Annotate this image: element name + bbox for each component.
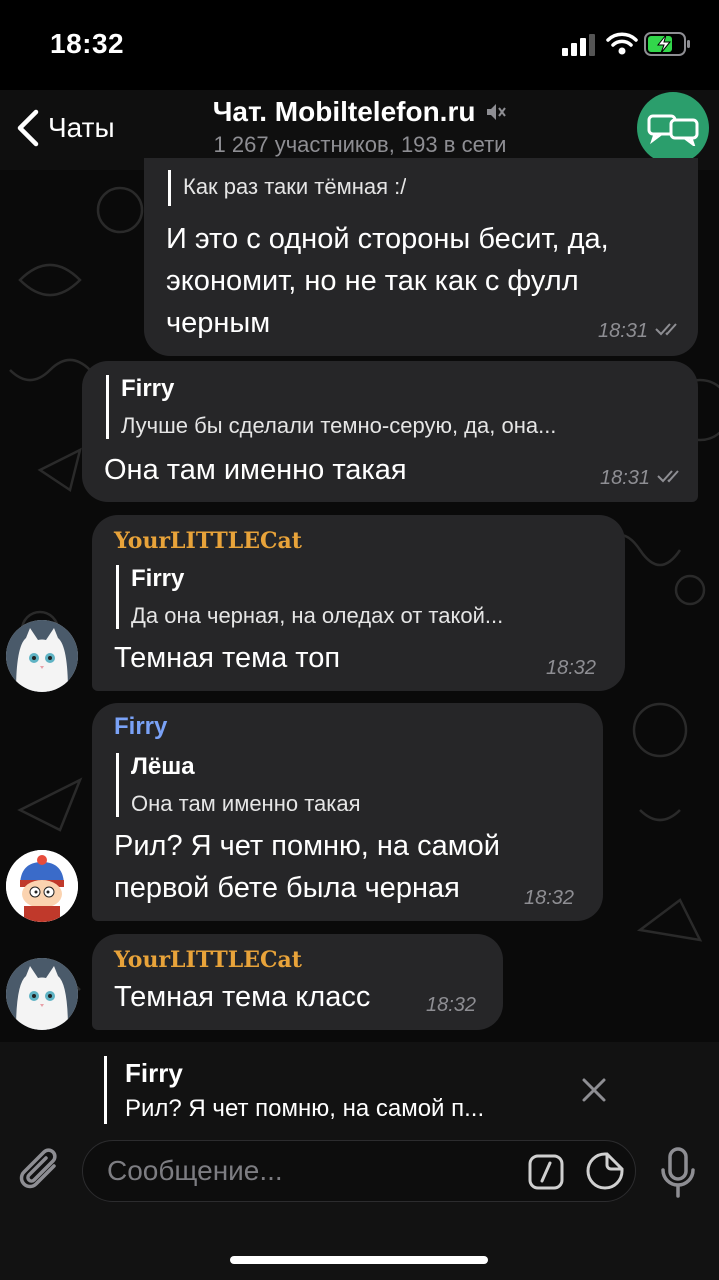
message-time: 18:31 [598, 320, 684, 343]
message-line: черным [166, 307, 271, 339]
message-line: Рил? Я чет помню, на самой [114, 830, 501, 862]
back-button[interactable]: Чаты [14, 106, 115, 150]
double-check-icon [656, 470, 679, 483]
attach-icon[interactable] [18, 1146, 64, 1196]
cartoon-character-avatar-icon [6, 850, 78, 922]
compose-panel: Firry Рил? Я чет помню, на самой п... Со… [0, 1042, 719, 1280]
message-bubble-incoming[interactable]: Firry Лёша Она там именно такая Рил? Я ч… [92, 703, 603, 921]
close-icon[interactable] [580, 1076, 608, 1104]
message-text: Темная тема топ [114, 642, 341, 674]
wifi-icon [606, 32, 638, 55]
quote-author: Firry [131, 565, 185, 592]
quote-author: Лёша [131, 753, 195, 780]
chat-avatar[interactable] [637, 92, 709, 164]
sender-name: Firry [114, 713, 168, 740]
reply-author: Firry [125, 1058, 183, 1088]
message-time: 18:32 [524, 887, 575, 909]
message-time: 18:31 [600, 467, 686, 490]
sticker-icon[interactable] [585, 1151, 625, 1191]
sender-name: YourLITTLECat [114, 944, 302, 973]
avatar-firry[interactable] [6, 850, 78, 922]
sender-name-text: YourLITTLECat [114, 947, 302, 973]
chat-bubbles-icon [647, 114, 699, 146]
message-bubble-outgoing[interactable]: Как раз таки тёмная :/ И это с одной сто… [144, 158, 698, 356]
reply-text: Рил? Я чет помню, на самой п... [125, 1095, 485, 1122]
back-label: Чаты [48, 112, 115, 143]
chevron-left-icon [17, 109, 39, 147]
message-input-placeholder: Сообщение... [107, 1155, 283, 1186]
message-text: Рил? Я чет помню, на самой первой бете б… [114, 825, 500, 909]
status-time: 18:32 [50, 28, 125, 59]
message-text: И это с одной стороны бесит, да, экономи… [166, 218, 609, 344]
cellular-signal-icon [562, 34, 595, 56]
chat-title[interactable]: Чат. Mobiltelefon.ru [150, 96, 570, 128]
message-bubble-outgoing[interactable]: Firry Лучше бы сделали темно-серую, да, … [82, 361, 698, 502]
message-input[interactable]: Сообщение... [82, 1140, 636, 1202]
message-time: 18:32 [426, 994, 477, 1016]
chat-subtitle: 1 267 участников, 193 в сети [213, 132, 507, 157]
avatar-cat[interactable] [6, 958, 78, 1030]
double-check-icon [654, 323, 677, 336]
avatar-cat[interactable] [6, 620, 78, 692]
sender-name-text: YourLITTLECat [114, 528, 302, 554]
message-time-text: 18:31 [598, 320, 649, 342]
reply-preview[interactable]: Firry Рил? Я чет помню, на самой п... [104, 1056, 484, 1124]
message-line: И это с одной стороны бесит, да, [166, 223, 609, 255]
message-text: Темная тема класс [114, 981, 371, 1013]
message-line: экономит, но не так как с фулл [166, 265, 579, 297]
quote-text: Лучше бы сделали темно-серую, да, она... [121, 413, 557, 438]
message-bubble-incoming[interactable]: YourLITTLECat Темная тема класс 18:32 [92, 934, 503, 1030]
reply-quote: Firry Да она черная, на оледах от такой.… [116, 565, 503, 629]
message-time: 18:32 [546, 657, 597, 679]
message-bubble-incoming[interactable]: YourLITTLECat Firry Да она черная, на ол… [92, 515, 625, 691]
white-cat-avatar-icon [6, 958, 78, 1030]
battery-charging-icon [644, 32, 690, 56]
home-indicator[interactable] [230, 1256, 488, 1264]
sender-name: YourLITTLECat [114, 525, 302, 554]
quote-author: Firry [121, 375, 175, 402]
reply-quote: Лёша Она там именно такая [116, 753, 361, 817]
quote-text: Да она черная, на оледах от такой... [131, 603, 504, 628]
commands-icon[interactable] [527, 1153, 565, 1191]
quote-text: Как раз таки тёмная :/ [183, 174, 407, 199]
reply-quote: Как раз таки тёмная :/ [168, 170, 406, 206]
status-bar: 18:32 [0, 0, 719, 90]
message-text: Она там именно такая [104, 454, 407, 486]
muted-icon [487, 104, 507, 120]
message-line: первой бете была черная [114, 872, 460, 904]
message-time-text: 18:31 [600, 467, 651, 489]
chat-title-text: Чат. Mobiltelefon.ru [212, 96, 476, 127]
quote-text: Она там именно такая [131, 791, 361, 816]
microphone-icon[interactable] [660, 1146, 696, 1200]
white-cat-avatar-icon [6, 620, 78, 692]
reply-quote: Firry Лучше бы сделали темно-серую, да, … [106, 375, 556, 439]
